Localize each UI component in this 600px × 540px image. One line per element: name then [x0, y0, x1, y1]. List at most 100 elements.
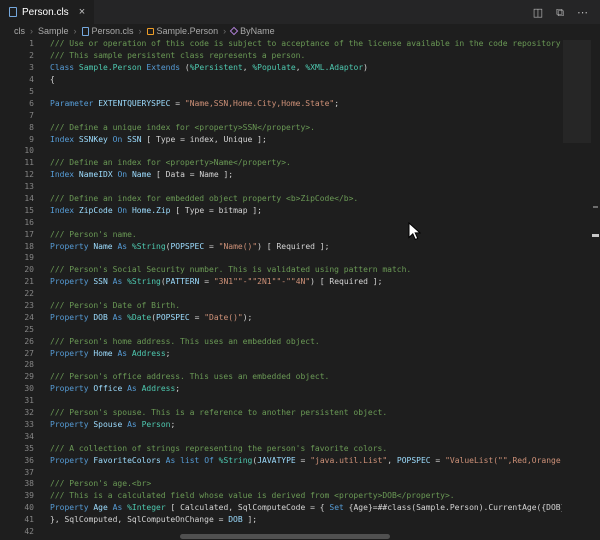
line-number: 36: [0, 456, 34, 465]
code-line: 9Index SSNKey On SSN [ Type = index, Uni…: [0, 133, 600, 145]
code-token: ): [363, 63, 368, 72]
code-line: 15Index ZipCode On Home.Zip [ Type = bit…: [0, 204, 600, 216]
code-line-content: /// Define an index for embedded object …: [50, 194, 562, 203]
code-token: Index: [50, 170, 74, 179]
code-token: Property: [50, 242, 89, 251]
code-line: 21Property SSN As %String(PATTERN = "3N1…: [0, 276, 600, 288]
code-line: 1/// Use or operation of this code is su…: [0, 38, 600, 50]
file-icon: [9, 7, 17, 17]
code-line: 25: [0, 323, 600, 335]
code-token: "Date()": [204, 313, 243, 322]
line-number: 11: [0, 158, 34, 167]
open-changes-icon[interactable]: ⧉: [556, 7, 564, 18]
code-line-content: Property Age As %Integer [ Calculated, S…: [50, 503, 562, 512]
line-number: 27: [0, 349, 34, 358]
line-number: 10: [0, 146, 34, 155]
code-token: /// This sample persistent class represe…: [50, 51, 305, 60]
code-token: Class: [50, 63, 74, 72]
line-number: 16: [0, 218, 34, 227]
code-line: 30Property Office As Address;: [0, 383, 600, 395]
line-number: 8: [0, 123, 34, 132]
code-token: %Date: [127, 313, 151, 322]
breadcrumb-separator-icon: ›: [223, 26, 226, 36]
line-number: 6: [0, 99, 34, 108]
line-number: 26: [0, 337, 34, 346]
code-token: "Name,SSN,Home.City,Home.State": [185, 99, 334, 108]
code-token: ];: [243, 515, 257, 524]
line-number: 1: [0, 39, 34, 48]
code-token: Property: [50, 313, 89, 322]
line-number: 35: [0, 444, 34, 453]
code-token: Parameter: [50, 99, 93, 108]
code-line: 36Property FavoriteColors As list Of %St…: [0, 454, 600, 466]
code-line: 17/// Person's name.: [0, 228, 600, 240]
code-token: /// Define an index for <property>Name</…: [50, 158, 291, 167]
breadcrumb-item-byname[interactable]: ByName: [231, 26, 275, 36]
code-token: Set: [329, 503, 343, 512]
code-lines: 1/// Use or operation of this code is su…: [0, 38, 600, 537]
tab-actions: ◫ ⧉ ⋯: [533, 0, 600, 24]
line-number: 33: [0, 420, 34, 429]
overview-decoration: [592, 234, 599, 237]
code-line-content: Property SSN As %String(PATTERN = "3N1""…: [50, 277, 562, 286]
code-line-content: /// Define an index for <property>Name</…: [50, 158, 562, 167]
code-token: Name: [132, 170, 151, 179]
code-token: POPSPEC: [170, 242, 204, 251]
horizontal-scrollbar[interactable]: [180, 534, 390, 539]
breadcrumb-item-person-cls[interactable]: Person.cls: [82, 26, 134, 36]
line-number: 37: [0, 468, 34, 477]
code-line: 26 /// Person's home address. This uses a…: [0, 335, 600, 347]
code-line: 22: [0, 288, 600, 300]
line-number: 19: [0, 253, 34, 262]
code-line: 18 Property Name As %String(POPSPEC = "Na…: [0, 240, 600, 252]
breadcrumb-separator-icon: ›: [74, 26, 77, 36]
code-line: 19: [0, 252, 600, 264]
code-token: Age: [93, 503, 107, 512]
code-line: 27Property Home As Address;: [0, 347, 600, 359]
code-token: Property: [50, 420, 89, 429]
code-line-content: /// Person's spouse. This is a reference…: [50, 408, 562, 417]
code-token: "3N1""-""2N1""-""4N": [214, 277, 310, 286]
minimap[interactable]: [563, 40, 591, 140]
close-icon[interactable]: ×: [79, 7, 85, 18]
code-line: 33Property Spouse As Person;: [0, 419, 600, 431]
breadcrumb-label: Person.cls: [92, 26, 134, 36]
breadcrumb-item-cls[interactable]: cls: [14, 26, 25, 36]
split-editor-icon[interactable]: ◫: [533, 7, 543, 18]
code-token: %String: [219, 456, 253, 465]
code-token: ) [ Required ];: [257, 242, 329, 251]
more-actions-icon[interactable]: ⋯: [577, 7, 588, 18]
minimap-slider[interactable]: [563, 40, 591, 143]
code-line-content: /// Person's Social Security number. Thi…: [50, 265, 562, 274]
breadcrumb-item-sample[interactable]: Sample: [38, 26, 69, 36]
line-number: 41: [0, 515, 34, 524]
line-number: 15: [0, 206, 34, 215]
code-line-content: /// Define a unique index for <property>…: [50, 123, 562, 132]
code-token: /// A collection of strings representing…: [50, 444, 387, 453]
code-line: 37: [0, 466, 600, 478]
line-number: 29: [0, 372, 34, 381]
code-token: SSNKey: [79, 135, 108, 144]
code-token: {: [50, 75, 55, 84]
code-token: On: [117, 170, 127, 179]
code-line-content: Property Name As %String(POPSPEC = "Name…: [50, 242, 562, 251]
code-token: [ Calculated, SqlComputeCode = {: [166, 503, 330, 512]
code-line: 23/// Person's Date of Birth.: [0, 300, 600, 312]
code-token: Index: [50, 206, 74, 215]
code-line: 38/// Person's age.<br>: [0, 478, 600, 490]
code-editor[interactable]: 1/// Use or operation of this code is su…: [0, 38, 600, 540]
code-token: As: [127, 384, 137, 393]
line-number: 42: [0, 527, 34, 536]
code-token: [ Data = Name ];: [151, 170, 233, 179]
tab-person-cls[interactable]: Person.cls ×: [0, 0, 94, 24]
code-token: "java.util.List": [310, 456, 387, 465]
code-token: NameIDX: [79, 170, 113, 179]
code-token: /// Person's home address. This uses an …: [50, 337, 320, 346]
line-number: 18: [0, 242, 34, 251]
line-number: 3: [0, 63, 34, 72]
code-token: =: [190, 313, 204, 322]
line-number: 5: [0, 87, 34, 96]
code-token: Home: [93, 349, 112, 358]
breadcrumb-item-sample-person[interactable]: Sample.Person: [147, 26, 219, 36]
code-token: Address: [132, 349, 166, 358]
